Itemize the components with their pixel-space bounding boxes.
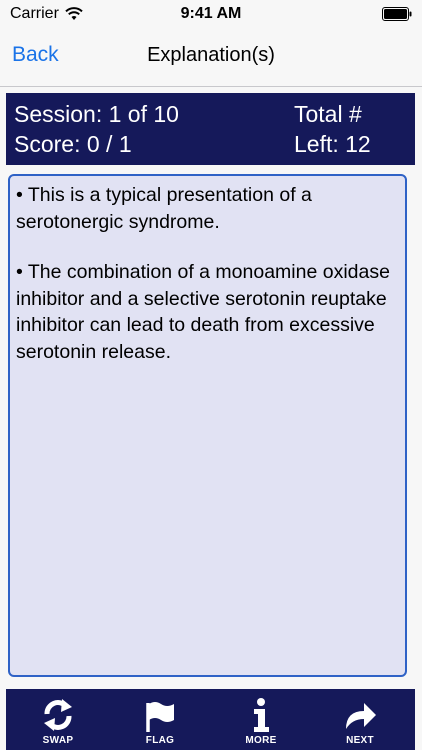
more-button[interactable]: MORE bbox=[211, 689, 311, 750]
flag-button[interactable]: FLAG bbox=[110, 689, 210, 750]
status-time: 9:41 AM bbox=[180, 5, 242, 22]
next-button[interactable]: NEXT bbox=[310, 689, 410, 750]
session-header: Session: 1 of 10 Score: 0 / 1 Total # Le… bbox=[6, 93, 415, 165]
swap-button[interactable]: SWAP bbox=[8, 689, 108, 750]
explanation-text-area[interactable]: • This is a typical presentation of a se… bbox=[8, 174, 407, 677]
score-display: Score: 0 / 1 bbox=[14, 131, 132, 157]
battery-icon bbox=[382, 7, 412, 21]
more-label: MORE bbox=[245, 735, 277, 746]
swap-label: SWAP bbox=[42, 735, 74, 746]
bottom-toolbar: SWAP FLAG MORE NEXT bbox=[6, 689, 415, 750]
flag-label: FLAG bbox=[145, 735, 175, 746]
left-count: Left: 12 bbox=[294, 131, 371, 157]
next-label: NEXT bbox=[346, 735, 374, 746]
flag-icon bbox=[146, 702, 174, 732]
status-bar: Carrier 9:41 AM bbox=[0, 0, 422, 30]
swap-icon bbox=[44, 699, 72, 731]
explanation-paragraph: • This is a typical presentation of a se… bbox=[16, 184, 312, 233]
session-progress: Session: 1 of 10 bbox=[14, 101, 179, 127]
total-label: Total # bbox=[294, 101, 362, 127]
next-arrow-icon bbox=[346, 703, 376, 729]
info-icon bbox=[254, 698, 269, 732]
page-title: Explanation(s) bbox=[147, 44, 275, 66]
explanation-paragraph: • The combination of a monoamine oxidase… bbox=[16, 261, 390, 363]
navigation-bar: Back Explanation(s) bbox=[0, 30, 422, 87]
